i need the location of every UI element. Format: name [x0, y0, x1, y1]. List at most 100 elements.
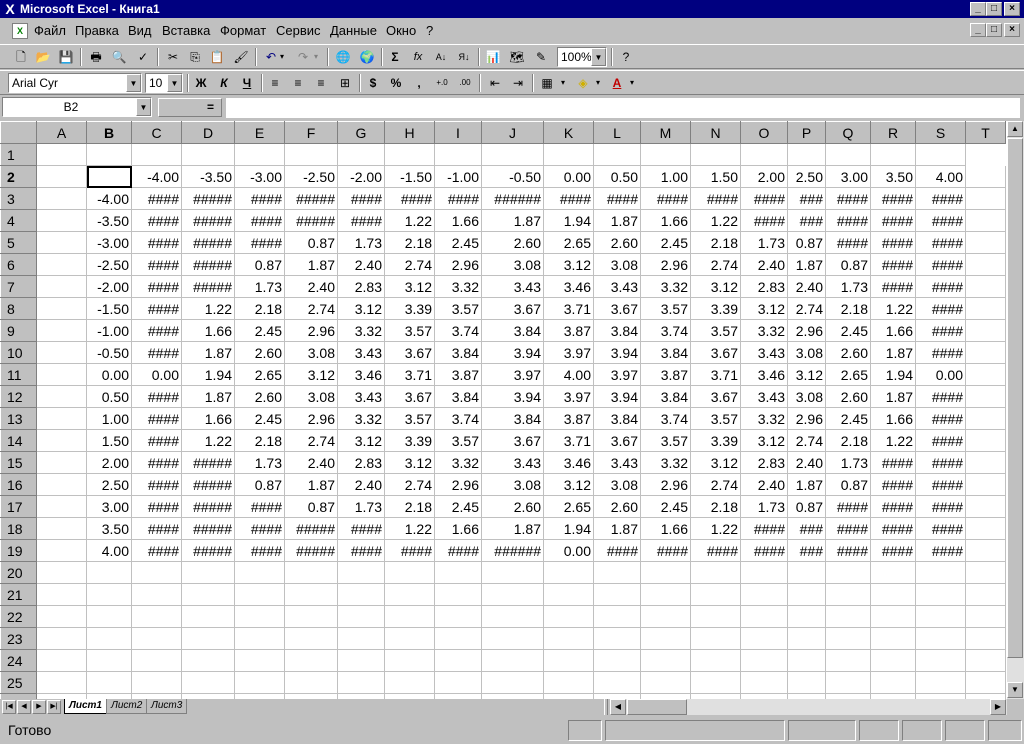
- row-header[interactable]: 11: [0, 363, 37, 386]
- cell[interactable]: [825, 583, 871, 606]
- cell[interactable]: 3.12: [690, 275, 741, 298]
- cell[interactable]: [181, 561, 235, 584]
- cell[interactable]: 2.74: [384, 473, 435, 496]
- cell[interactable]: [131, 649, 182, 672]
- cell[interactable]: [36, 407, 87, 430]
- cell[interactable]: #####: [284, 539, 338, 562]
- cell[interactable]: ####: [131, 473, 182, 496]
- cell[interactable]: 2.96: [434, 253, 482, 276]
- row-header[interactable]: 4: [0, 209, 37, 232]
- row-header[interactable]: 14: [0, 429, 37, 452]
- cell[interactable]: [787, 561, 826, 584]
- cell[interactable]: [284, 671, 338, 694]
- cell[interactable]: 3.08: [284, 341, 338, 364]
- cell[interactable]: ####: [131, 187, 182, 210]
- cell[interactable]: ####: [915, 319, 966, 342]
- cell[interactable]: 3.46: [543, 451, 594, 474]
- cell[interactable]: 2.60: [825, 385, 871, 408]
- cell[interactable]: [593, 561, 641, 584]
- cell[interactable]: ####: [434, 539, 482, 562]
- cell[interactable]: [593, 605, 641, 628]
- cell[interactable]: 3.84: [481, 407, 544, 430]
- cell[interactable]: [337, 605, 385, 628]
- cell[interactable]: [787, 143, 826, 166]
- cell[interactable]: 2.40: [284, 451, 338, 474]
- cell[interactable]: [870, 583, 916, 606]
- row-header[interactable]: 7: [0, 275, 37, 298]
- cell[interactable]: [36, 605, 87, 628]
- cell[interactable]: ####: [131, 451, 182, 474]
- cell[interactable]: [36, 231, 87, 254]
- cell[interactable]: 2.40: [787, 275, 826, 298]
- cell[interactable]: 3.08: [787, 341, 826, 364]
- cell[interactable]: [181, 627, 235, 650]
- cell[interactable]: [337, 561, 385, 584]
- cell[interactable]: 1.87: [181, 385, 235, 408]
- cell[interactable]: [543, 143, 594, 166]
- cell[interactable]: 2.96: [787, 319, 826, 342]
- cell[interactable]: 1.87: [787, 473, 826, 496]
- cell[interactable]: ####: [915, 341, 966, 364]
- column-header-s[interactable]: S: [915, 121, 966, 144]
- cell[interactable]: 1.87: [284, 473, 338, 496]
- cell[interactable]: 3.39: [690, 297, 741, 320]
- row-header[interactable]: 18: [0, 517, 37, 540]
- menu-window[interactable]: Окно: [386, 23, 416, 38]
- column-header-k[interactable]: K: [543, 121, 594, 144]
- cell[interactable]: #####: [181, 275, 235, 298]
- cell[interactable]: -2.00: [86, 275, 132, 298]
- cell[interactable]: ####: [234, 539, 285, 562]
- cell[interactable]: [915, 605, 966, 628]
- cell[interactable]: ######: [481, 187, 544, 210]
- cell[interactable]: [965, 275, 1006, 298]
- cell[interactable]: #####: [284, 517, 338, 540]
- cell[interactable]: ####: [690, 539, 741, 562]
- cell[interactable]: [36, 275, 87, 298]
- cell[interactable]: 3.87: [434, 363, 482, 386]
- cell[interactable]: [593, 143, 641, 166]
- cell[interactable]: 0.50: [86, 385, 132, 408]
- cell[interactable]: ####: [870, 539, 916, 562]
- cell[interactable]: [965, 451, 1006, 474]
- cell[interactable]: 1.94: [870, 363, 916, 386]
- cell[interactable]: 3.12: [740, 297, 788, 320]
- cell[interactable]: 3.71: [543, 297, 594, 320]
- cell[interactable]: ####: [337, 209, 385, 232]
- print-preview-icon[interactable]: 🔍: [108, 47, 130, 68]
- cell[interactable]: 1.66: [181, 319, 235, 342]
- hyperlink-icon[interactable]: 🌐: [332, 47, 354, 68]
- print-icon[interactable]: 🖶: [85, 47, 107, 68]
- cell[interactable]: [36, 583, 87, 606]
- cell[interactable]: 2.74: [787, 429, 826, 452]
- cell[interactable]: 1.73: [234, 451, 285, 474]
- cell[interactable]: 2.40: [337, 473, 385, 496]
- cell[interactable]: 2.65: [825, 363, 871, 386]
- column-header-p[interactable]: P: [787, 121, 826, 144]
- column-header-a[interactable]: A: [36, 121, 87, 144]
- cell[interactable]: 2.18: [234, 429, 285, 452]
- cell[interactable]: 2.50: [787, 165, 826, 188]
- cell[interactable]: [690, 627, 741, 650]
- cell[interactable]: [36, 649, 87, 672]
- cell[interactable]: -0.50: [481, 165, 544, 188]
- cell[interactable]: [36, 319, 87, 342]
- cell[interactable]: [965, 165, 1006, 188]
- cell[interactable]: ####: [825, 517, 871, 540]
- chart-wizard-icon[interactable]: 📊: [482, 47, 504, 68]
- cell[interactable]: ####: [131, 297, 182, 320]
- cell[interactable]: 3.00: [825, 165, 871, 188]
- column-header-l[interactable]: L: [593, 121, 641, 144]
- cell[interactable]: [434, 561, 482, 584]
- menu-insert[interactable]: Вставка: [162, 23, 210, 38]
- row-header[interactable]: 15: [0, 451, 37, 474]
- cell[interactable]: 3.32: [740, 319, 788, 342]
- cell[interactable]: 3.43: [593, 275, 641, 298]
- cell[interactable]: 1.66: [434, 209, 482, 232]
- cell[interactable]: 0.50: [593, 165, 641, 188]
- cell[interactable]: #####: [181, 253, 235, 276]
- cell[interactable]: ####: [131, 495, 182, 518]
- column-header-g[interactable]: G: [337, 121, 385, 144]
- cell[interactable]: ####: [825, 539, 871, 562]
- cell[interactable]: 0.00: [543, 165, 594, 188]
- cell[interactable]: 1.66: [640, 517, 691, 540]
